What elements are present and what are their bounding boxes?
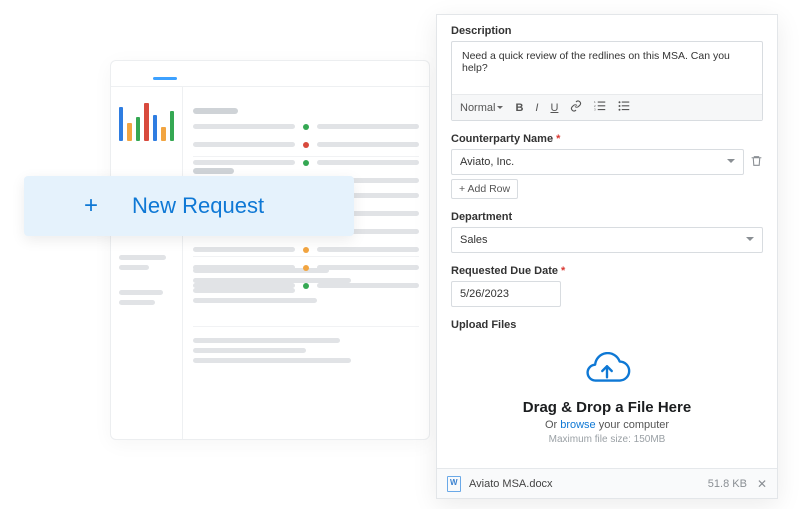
dashboard-wireframe — [110, 60, 430, 440]
new-request-button[interactable]: + New Request — [24, 176, 354, 236]
chevron-down-icon — [727, 159, 735, 167]
word-doc-icon — [447, 476, 461, 492]
chevron-down-icon — [746, 237, 754, 245]
counterparty-select[interactable]: Aviato, Inc. — [451, 149, 744, 175]
ordered-list-button[interactable]: 123 — [594, 100, 606, 115]
format-select[interactable]: Normal — [460, 102, 503, 114]
unordered-list-button[interactable] — [618, 100, 630, 115]
dashboard-sidebar — [111, 87, 183, 439]
file-dropzone[interactable]: Drag & Drop a File Here Or browse your c… — [451, 335, 763, 454]
italic-button[interactable]: I — [535, 102, 538, 114]
svg-text:3: 3 — [594, 108, 596, 112]
department-label: Department — [451, 211, 763, 223]
file-name: Aviato MSA.docx — [469, 478, 708, 490]
remove-file-icon[interactable]: ✕ — [757, 477, 767, 491]
file-size: 51.8 KB — [708, 478, 747, 490]
bold-button[interactable]: B — [515, 102, 523, 114]
dashboard-tabs — [111, 61, 429, 87]
due-date-input[interactable]: 5/26/2023 — [451, 281, 561, 307]
link-button[interactable] — [570, 100, 582, 115]
mini-bar-chart — [119, 97, 174, 145]
dropzone-title: Drag & Drop a File Here — [458, 399, 756, 416]
underline-button[interactable]: U — [550, 102, 558, 114]
rich-text-toolbar: Normal B I U 123 — [452, 94, 762, 120]
new-request-label: New Request — [132, 193, 264, 219]
upload-label: Upload Files — [451, 319, 763, 331]
department-select[interactable]: Sales — [451, 227, 763, 253]
delete-row-icon[interactable] — [750, 154, 763, 171]
dashboard-main — [183, 87, 429, 439]
counterparty-label: Counterparty Name * — [451, 133, 763, 145]
request-form-panel: Description Need a quick review of the r… — [436, 14, 778, 499]
plus-icon: + — [84, 192, 98, 220]
description-label: Description — [451, 25, 763, 37]
dropzone-subtitle: Or browse your computer — [458, 419, 756, 431]
due-date-label: Requested Due Date * — [451, 265, 763, 277]
dropzone-hint: Maximum file size: 150MB — [458, 434, 756, 445]
attached-file-row: Aviato MSA.docx 51.8 KB ✕ — [437, 468, 777, 498]
description-editor[interactable]: Need a quick review of the redlines on t… — [451, 41, 763, 121]
description-text[interactable]: Need a quick review of the redlines on t… — [452, 42, 762, 94]
cloud-upload-icon — [581, 352, 633, 390]
browse-link[interactable]: browse — [560, 419, 595, 431]
add-row-button[interactable]: + Add Row — [451, 179, 518, 199]
